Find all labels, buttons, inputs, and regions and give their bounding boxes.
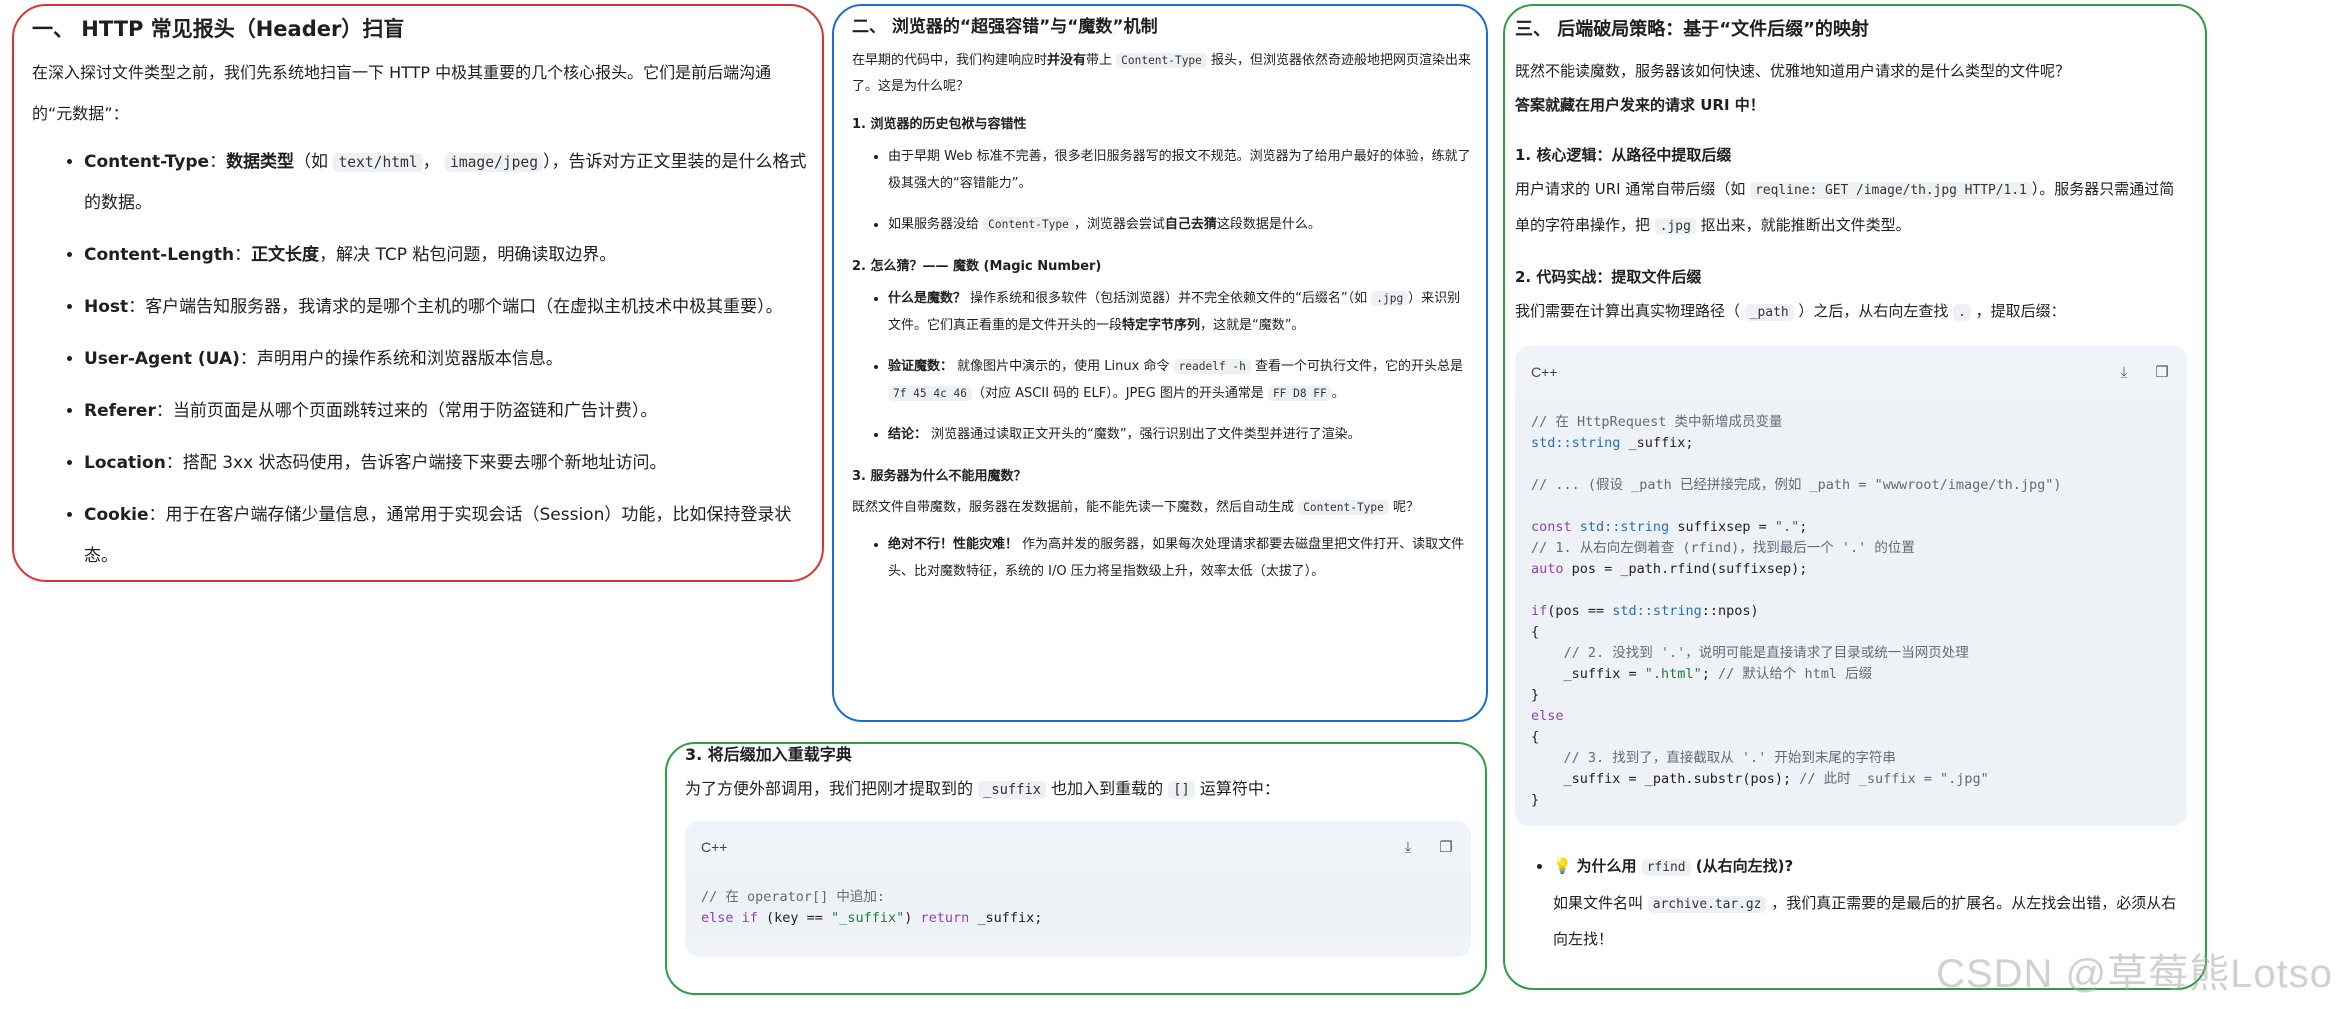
panel4-title: 3. 将后缀加入重载字典 <box>685 745 852 764</box>
bullet-list: 绝对不行！性能灾难！ 作为高并发的服务器，如果每次处理请求都要去磁盘里把文件打开… <box>852 531 1472 585</box>
code-language-label: C++ <box>701 839 728 855</box>
panel1-intro: 在深入探讨文件类型之前，我们先系统地扫盲一下 HTTP 中极其重要的几个核心报头… <box>32 63 772 123</box>
paragraph: 既然不能读魔数，服务器该如何快速、优雅地知道用户请求的是什么类型的文件呢？ <box>1515 62 2071 80</box>
copy-icon[interactable]: ❐ <box>1435 836 1457 858</box>
inline-code: _path <box>1744 304 1794 321</box>
lightbulb-icon: 💡 <box>1553 857 1572 875</box>
inline-code: [] <box>1168 781 1195 799</box>
magic-number-panel: 二、 浏览器的“超强容错”与“魔数”机制 在早期的代码中，我们构建响应时并没有带… <box>832 4 1488 722</box>
list-item: 如果服务器没给 Content-Type，浏览器会尝试自己去猜这段数据是什么。 <box>888 211 1472 238</box>
paragraph: 既然文件自带魔数，服务器在发数据前，能不能先读一下魔数，然后自动生成 Conte… <box>852 500 1419 515</box>
bullet-list: 什么是魔数？ 操作系统和很多软件（包括浏览器）并不完全依赖文件的“后缀名”（如 … <box>852 285 1472 448</box>
inline-code: Content-Type <box>1116 53 1207 68</box>
list-item-content-length: Content-Length：正文长度，解决 TCP 粘包问题，明确读取边界。 <box>84 235 808 276</box>
inline-code: image/jpeg <box>445 153 544 172</box>
section-title: 2. 怎么猜？—— 魔数 (Magic Number) <box>852 259 1102 274</box>
inline-code: . <box>1953 304 1971 321</box>
panel2-intro: 在早期的代码中，我们构建响应时并没有带上 Content-Type 报头，但浏览… <box>852 53 1472 94</box>
tip-list: 💡 为什么用 rfind (从右向左找)? <box>1515 848 2187 886</box>
inline-code: reqline: GET /image/th.jpg HTTP/1.1 <box>1750 182 2032 199</box>
code-header: C++ ⤓ ❐ <box>1515 346 2187 398</box>
list-item: 绝对不行！性能灾难！ 作为高并发的服务器，如果每次处理请求都要去磁盘里把文件打开… <box>888 531 1472 585</box>
copy-icon[interactable]: ❐ <box>2151 361 2173 383</box>
list-item: 验证魔数： 就像图片中演示的，使用 Linux 命令 readelf -h 查看… <box>888 353 1472 407</box>
code-language-label: C++ <box>1531 364 1558 380</box>
inline-code: archive.tar.gz <box>1647 896 1767 913</box>
inline-code: .jpg <box>1371 291 1409 306</box>
section-title: 1. 浏览器的历史包袱与容错性 <box>852 117 1027 132</box>
paragraph: 我们需要在计算出真实物理路径（ _path ）之后，从右向左查找 . ，提取后缀… <box>1515 302 2066 321</box>
download-icon[interactable]: ⤓ <box>2113 361 2135 383</box>
bullet-list: 由于早期 Web 标准不完善，很多老旧服务器写的报文不规范。浏览器为了给用户最好… <box>852 143 1472 238</box>
list-item-host: Host：客户端告知服务器，我请求的是哪个主机的哪个端口（在虚拟主机技术中极其重… <box>84 287 808 328</box>
inline-code: Content-Type <box>1298 500 1389 515</box>
paragraph: 为了方便外部调用，我们把刚才提取到的 _suffix 也加入到重载的 [] 运算… <box>685 779 1280 799</box>
code-header: C++ ⤓ ❐ <box>685 821 1471 873</box>
section-title: 1. 核心逻辑：从路径中提取后缀 <box>1515 146 1732 164</box>
list-item-location: Location：搭配 3xx 状态码使用，告诉客户端接下来要去哪个新地址访问。 <box>84 443 808 484</box>
code-content: // 在 HttpRequest 类中新增成员变量 std::string _s… <box>1515 398 2187 826</box>
header-list: Content-Type：数据类型（如 text/html， image/jpe… <box>32 142 808 577</box>
panel2-title: 二、 浏览器的“超强容错”与“魔数”机制 <box>852 17 1158 37</box>
list-item: 结论： 浏览器通过读取正文开头的“魔数”，强行识别出了文件类型并进行了渲染。 <box>888 421 1472 448</box>
inline-code: Content-Type <box>983 217 1074 232</box>
inline-code: 7f 45 4c 46 <box>888 386 972 401</box>
watermark: CSDN @草莓熊Lotso <box>1936 952 2333 996</box>
inline-code: rfind <box>1641 859 1691 876</box>
list-item: 由于早期 Web 标准不完善，很多老旧服务器写的报文不规范。浏览器为了给用户最好… <box>888 143 1472 197</box>
list-item-referer: Referer：当前页面是从哪个页面跳转过来的（常用于防盗链和广告计费）。 <box>84 391 808 432</box>
suffix-overload-panel: 3. 将后缀加入重载字典 为了方便外部调用，我们把刚才提取到的 _suffix … <box>665 742 1487 995</box>
code-content: // 在 operator[] 中追加: else if (key == "_s… <box>685 873 1471 937</box>
header-basics-panel: 一、 HTTP 常见报头（Header）扫盲 在深入探讨文件类型之前，我们先系统… <box>12 4 824 582</box>
list-item-cookie: Cookie：用于在客户端存储少量信息，通常用于实现会话（Session）功能，… <box>84 495 808 577</box>
download-icon[interactable]: ⤓ <box>1397 836 1419 858</box>
suffix-strategy-panel: 三、 后端破局策略：基于“文件后缀”的映射 既然不能读魔数，服务器该如何快速、优… <box>1503 4 2207 990</box>
panel3-title: 三、 后端破局策略：基于“文件后缀”的映射 <box>1515 19 1869 40</box>
inline-code: .jpg <box>1654 218 1696 235</box>
list-item-user-agent: User-Agent (UA)：声明用户的操作系统和浏览器版本信息。 <box>84 339 808 380</box>
inline-code: readelf -h <box>1173 359 1251 374</box>
tip-item: 💡 为什么用 rfind (从右向左找)? <box>1553 848 2187 886</box>
paragraph: 答案就藏在用户发来的请求 URI 中！ <box>1515 96 1765 114</box>
inline-code: text/html <box>333 153 423 172</box>
code-block-operator: C++ ⤓ ❐ // 在 operator[] 中追加: else if (ke… <box>685 821 1471 957</box>
section-title: 2. 代码实战：提取文件后缀 <box>1515 268 1702 286</box>
section-title: 3. 服务器为什么不能用魔数？ <box>852 469 1027 484</box>
paragraph: 用户请求的 URI 通常自带后缀（如 reqline: GET /image/t… <box>1515 180 2175 235</box>
code-block-suffix: C++ ⤓ ❐ // 在 HttpRequest 类中新增成员变量 std::s… <box>1515 346 2187 826</box>
list-item: 什么是魔数？ 操作系统和很多软件（包括浏览器）并不完全依赖文件的“后缀名”（如 … <box>888 285 1472 339</box>
panel1-title: 一、 HTTP 常见报头（Header）扫盲 <box>32 17 405 41</box>
inline-code: _suffix <box>978 781 1047 799</box>
list-item-content-type: Content-Type：数据类型（如 text/html， image/jpe… <box>84 142 808 224</box>
inline-code: FF D8 FF <box>1267 386 1332 401</box>
